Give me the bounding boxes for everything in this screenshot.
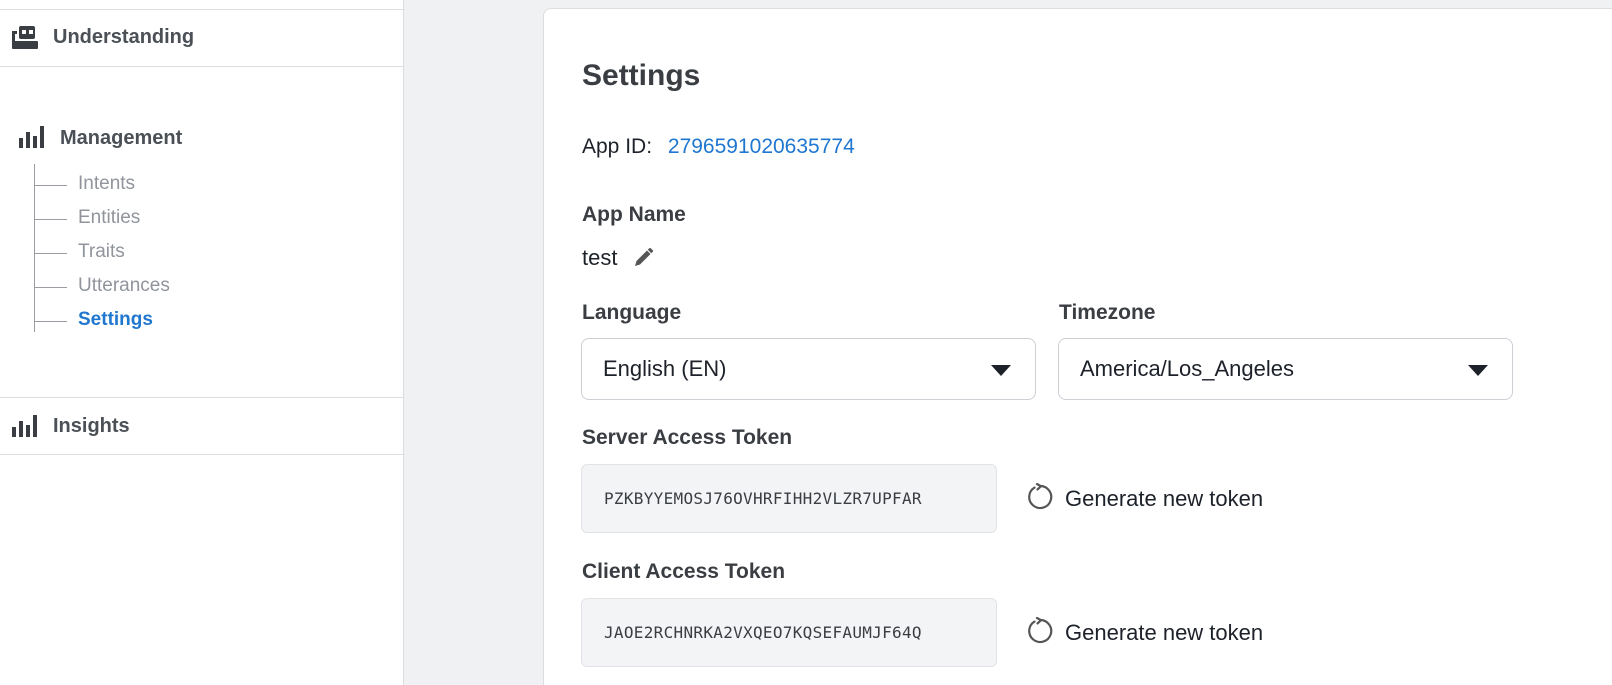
bar-chart-icon — [18, 124, 48, 150]
timezone-selected-value: America/Los_Angeles — [1080, 356, 1295, 381]
subnav-item-intents[interactable]: Intents — [34, 170, 294, 200]
generate-label: Generate new token — [1065, 620, 1264, 645]
subnav-tick — [34, 321, 67, 322]
refresh-icon — [1025, 616, 1053, 650]
robot-icon — [10, 25, 40, 51]
app-id-label: App ID: — [582, 135, 653, 158]
subnav-item-label: Traits — [78, 241, 125, 262]
sidebar-item-label: Understanding — [53, 26, 195, 48]
app-name-row: test — [582, 245, 655, 271]
subnav-item-label: Utterances — [78, 275, 170, 296]
caret-down-icon — [991, 365, 1011, 376]
app-id-row: App ID: 2796591020635774 — [582, 135, 855, 159]
generate-server-token-button[interactable]: Generate new token — [1025, 479, 1263, 519]
sidebar-item-insights[interactable]: Insights — [0, 398, 404, 454]
subnav-tick — [34, 287, 67, 288]
subnav-item-label: Settings — [78, 309, 153, 330]
language-label: Language — [582, 301, 682, 324]
sidebar-divider — [0, 454, 404, 455]
client-token-label: Client Access Token — [582, 560, 786, 583]
refresh-icon — [1025, 482, 1053, 516]
language-select[interactable]: English (EN) — [581, 338, 1036, 400]
caret-down-icon — [1468, 365, 1488, 376]
management-subnav: Intents Entities Traits Utterances Setti… — [34, 164, 334, 334]
subnav-item-entities[interactable]: Entities — [34, 204, 294, 234]
generate-label: Generate new token — [1065, 486, 1264, 511]
server-token-label: Server Access Token — [582, 426, 793, 449]
timezone-select[interactable]: America/Los_Angeles — [1058, 338, 1513, 400]
subnav-tick — [34, 219, 67, 220]
settings-card: Settings App ID: 2796591020635774 App Na… — [543, 8, 1612, 685]
subnav-item-settings[interactable]: Settings — [34, 306, 294, 336]
pencil-icon[interactable] — [631, 246, 655, 270]
sidebar-item-label: Insights — [53, 415, 130, 437]
page-title: Settings — [582, 59, 701, 92]
language-selected-value: English (EN) — [603, 356, 727, 381]
sidebar-divider — [0, 66, 404, 67]
client-token-value: JAOE2RCHNRKA2VXQEO7KQSEFAUMJF64Q — [604, 623, 922, 642]
app-root: Understanding Management Intents Entitie… — [0, 0, 1612, 685]
sidebar: Understanding Management Intents Entitie… — [0, 0, 404, 685]
subnav-item-traits[interactable]: Traits — [34, 238, 294, 268]
app-name-value: test — [582, 245, 618, 270]
timezone-label: Timezone — [1059, 301, 1156, 324]
subnav-item-label: Intents — [78, 173, 136, 194]
generate-client-token-button[interactable]: Generate new token — [1025, 613, 1263, 653]
sidebar-item-management[interactable]: Management — [0, 110, 404, 166]
subnav-item-label: Entities — [78, 207, 141, 228]
client-token-box[interactable]: JAOE2RCHNRKA2VXQEO7KQSEFAUMJF64Q — [581, 598, 997, 667]
bar-chart-icon — [11, 413, 41, 439]
server-token-value: PZKBYYEMOSJ76OVHRFIHH2VLZR7UPFAR — [604, 489, 922, 508]
server-token-box[interactable]: PZKBYYEMOSJ76OVHRFIHH2VLZR7UPFAR — [581, 464, 997, 533]
subnav-tick — [34, 253, 67, 254]
subnav-tick — [34, 185, 67, 186]
sidebar-item-understanding[interactable]: Understanding — [0, 10, 404, 66]
subnav-item-utterances[interactable]: Utterances — [34, 272, 294, 302]
sidebar-item-label: Management — [60, 127, 183, 149]
app-id-link[interactable]: 2796591020635774 — [668, 135, 855, 158]
app-name-label: App Name — [582, 203, 686, 226]
